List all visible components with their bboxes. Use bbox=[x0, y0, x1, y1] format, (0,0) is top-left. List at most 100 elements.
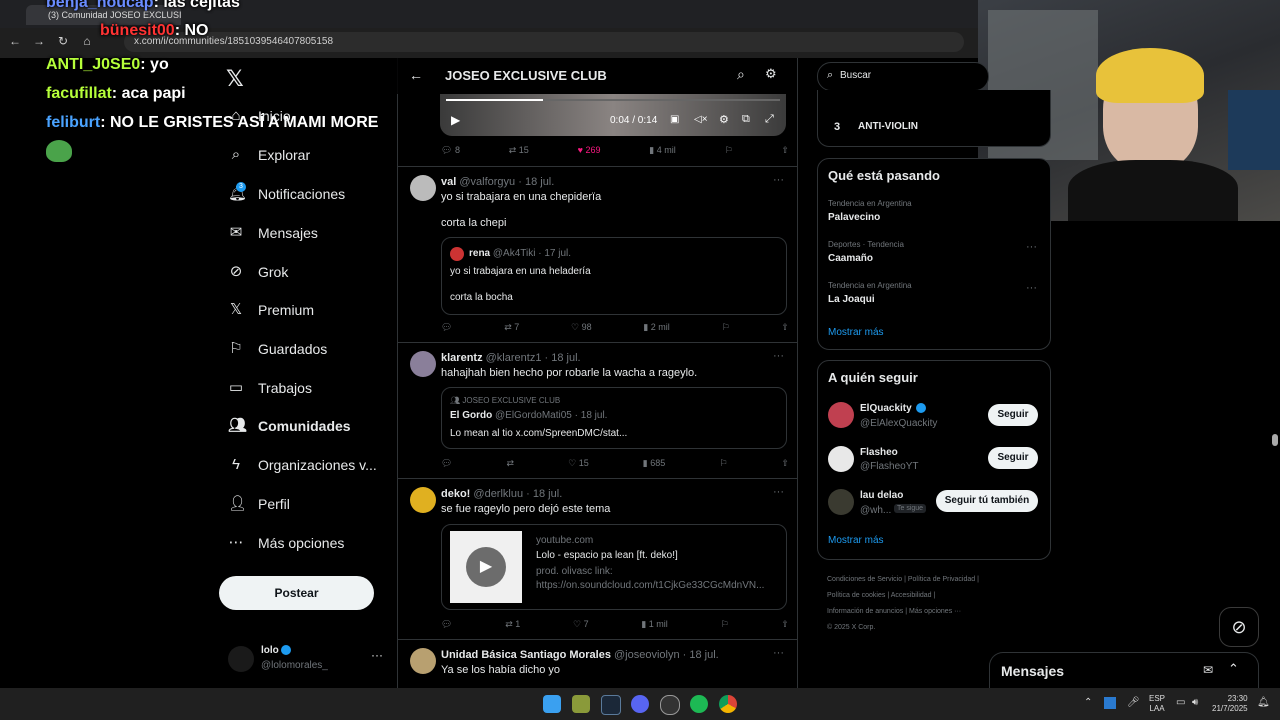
chrome-icon[interactable] bbox=[719, 695, 737, 713]
nav-item-grok[interactable]: ⊘ Grok bbox=[228, 257, 289, 287]
footer-link[interactable]: Más opciones ··· bbox=[909, 608, 961, 615]
author-name[interactable]: klarentz bbox=[441, 352, 483, 364]
share-icon[interactable]: ⇧ bbox=[781, 145, 789, 156]
more-icon[interactable]: ··· bbox=[773, 647, 784, 659]
views-button[interactable]: ▮ 4 mil bbox=[649, 145, 675, 156]
more-icon[interactable]: ··· bbox=[1026, 241, 1037, 253]
more-icon[interactable]: ··· bbox=[371, 648, 383, 662]
tweet-date[interactable]: · 18 jul. bbox=[526, 488, 562, 500]
video-player[interactable]: ▶ 0:04 / 0:14 ▣ ◁× ⚙ ⧉ ⤢ bbox=[440, 94, 786, 136]
views-button[interactable]: ▮ 1 mil bbox=[641, 619, 667, 630]
more-icon[interactable]: ··· bbox=[773, 486, 784, 498]
quoted-tweet[interactable]: rena @Ak4Tiki · 17 jul. yo si trabajara … bbox=[441, 237, 787, 315]
nav-item-notificaciones[interactable]: 🔔︎ Notificaciones bbox=[228, 179, 345, 209]
trend-item[interactable]: Deportes · Tendencia Caamaño bbox=[828, 240, 1040, 270]
footer-link[interactable]: Condiciones de Servicio bbox=[827, 576, 902, 583]
windows-start-icon[interactable] bbox=[543, 695, 561, 713]
author-name[interactable]: Unidad Básica Santiago Morales bbox=[441, 649, 611, 661]
account-switcher[interactable]: lolo @lolomorales_ ··· bbox=[228, 644, 388, 676]
tweet[interactable]: klarentz @klarentz1 · 18 jul. ··· hahajh… bbox=[398, 343, 797, 477]
views-button[interactable]: ▮ 2 mil bbox=[643, 322, 669, 333]
network-icon[interactable]: ▭ bbox=[1176, 697, 1185, 708]
more-icon[interactable]: ··· bbox=[773, 350, 784, 362]
footer-link[interactable]: Accesibilidad bbox=[891, 592, 932, 599]
follow-button[interactable]: Seguir bbox=[988, 447, 1038, 469]
author-handle[interactable]: @klarentz1 bbox=[486, 352, 542, 364]
tweet[interactable]: deko! @derlkluu · 18 jul. ··· se fue rag… bbox=[398, 479, 797, 637]
bookmark-icon[interactable]: ⚐ bbox=[725, 145, 733, 156]
post-button[interactable]: Postear bbox=[219, 576, 374, 610]
like-button[interactable]: ♡ 7 bbox=[573, 619, 589, 630]
expand-icon[interactable]: ⌃ bbox=[1228, 661, 1239, 677]
discord-icon[interactable] bbox=[631, 695, 649, 713]
back-icon[interactable]: ← bbox=[8, 34, 22, 48]
show-more-link[interactable]: Mostrar más bbox=[828, 535, 884, 546]
share-icon[interactable]: ⇧ bbox=[781, 458, 789, 469]
pip-icon[interactable]: ⧉ bbox=[742, 113, 750, 126]
quoted-tweet[interactable]: 👥︎ JOSEO EXCLUSIVE CLUB El Gordo @ElGord… bbox=[441, 387, 787, 449]
nav-item-inicio[interactable]: ⌂ Inicio bbox=[228, 101, 290, 131]
mic-icon[interactable]: 🎤︎ bbox=[1127, 697, 1140, 708]
tray-icon[interactable] bbox=[1104, 697, 1116, 709]
tweet[interactable]: Unidad Básica Santiago Morales @joseovio… bbox=[398, 640, 797, 688]
page-scrollbar[interactable] bbox=[1272, 434, 1278, 446]
nav-item-comunidades[interactable]: 👥︎ Comunidades bbox=[228, 411, 351, 441]
nav-item-premium[interactable]: 𝕏 Premium bbox=[228, 295, 314, 325]
like-button[interactable]: ♥ 269 bbox=[578, 145, 601, 156]
footer-link[interactable]: Información de anuncios bbox=[827, 608, 903, 615]
nav-item-guardados[interactable]: ⚐ Guardados bbox=[228, 334, 327, 364]
play-icon[interactable]: ▶ bbox=[451, 113, 460, 127]
like-button[interactable]: ♡ 15 bbox=[568, 458, 589, 469]
search-input[interactable]: ⌕ Buscar bbox=[817, 62, 989, 91]
like-button[interactable]: ♡ 98 bbox=[571, 322, 592, 333]
language-indicator[interactable]: ESP LAA bbox=[1149, 694, 1165, 714]
url-bar[interactable]: x.com/i/communities/1851039546407805158 bbox=[124, 32, 964, 52]
author-name[interactable]: val bbox=[441, 176, 456, 188]
bookmark-icon[interactable]: ⚐ bbox=[721, 619, 729, 630]
mute-icon[interactable]: ◁× bbox=[694, 114, 708, 125]
retweet-button[interactable]: ⇄ 1 bbox=[505, 619, 520, 630]
link-card[interactable]: ▶ youtube.com Lolo - espacio pa lean [ft… bbox=[441, 524, 787, 610]
nav-item-organizaciones[interactable]: ϟ Organizaciones v... bbox=[228, 450, 377, 480]
nav-item-explorar[interactable]: ⌕ Explorar bbox=[228, 140, 310, 170]
retweet-button[interactable]: ⇄ 7 bbox=[504, 322, 519, 333]
show-more-link[interactable]: Mostrar más bbox=[828, 327, 884, 338]
grok-fab[interactable]: ⊘ bbox=[1219, 607, 1259, 647]
reply-button[interactable]: 💬︎ bbox=[441, 322, 452, 333]
follow-button[interactable]: Seguir bbox=[988, 404, 1038, 426]
trend-item[interactable]: Tendencia en Argentina Palavecino bbox=[828, 199, 1040, 229]
nav-item-mas-opciones[interactable]: ⋯ Más opciones bbox=[228, 528, 345, 558]
footer-link[interactable]: Política de cookies bbox=[827, 592, 885, 599]
spotify-icon[interactable] bbox=[690, 695, 708, 713]
trend-name[interactable]: ANTI-VIOLIN bbox=[858, 121, 918, 132]
new-message-icon[interactable]: ✉ bbox=[1203, 663, 1213, 677]
author-handle[interactable]: @joseoviolyn bbox=[614, 649, 680, 661]
tweet-date[interactable]: · 18 jul. bbox=[683, 649, 719, 661]
tweet[interactable]: val @valforgyu · 18 jul. ··· yo si traba… bbox=[398, 167, 797, 339]
bookmark-icon[interactable]: ⚐ bbox=[719, 458, 727, 469]
nav-item-trabajos[interactable]: ▭ Trabajos bbox=[228, 373, 312, 403]
reply-button[interactable]: 💬︎ bbox=[441, 619, 452, 630]
home-icon[interactable]: ⌂ bbox=[80, 34, 94, 48]
x-logo-icon[interactable]: 𝕏 bbox=[226, 66, 244, 92]
reply-button[interactable]: 💬︎ 8 bbox=[441, 145, 460, 156]
app-icon[interactable] bbox=[572, 695, 590, 713]
more-icon[interactable]: ··· bbox=[1026, 282, 1037, 294]
views-button[interactable]: ▮ 685 bbox=[643, 458, 665, 469]
speaker-icon[interactable]: 🔊︎ bbox=[1192, 697, 1198, 708]
footer-link[interactable]: Política de Privacidad bbox=[908, 576, 975, 583]
author-handle[interactable]: @derlkluu bbox=[473, 488, 523, 500]
captions-icon[interactable]: ▣ bbox=[670, 114, 679, 125]
search-icon[interactable]: ⌕ bbox=[737, 66, 745, 83]
follow-back-button[interactable]: Seguir tú también bbox=[936, 490, 1038, 512]
settings-icon[interactable]: ⚙ bbox=[719, 113, 729, 126]
tweet-date[interactable]: · 18 jul. bbox=[545, 352, 581, 364]
notification-center-icon[interactable]: 🔔︎ bbox=[1257, 697, 1270, 708]
user-name[interactable]: Flasheo bbox=[860, 447, 898, 458]
author-name[interactable]: deko! bbox=[441, 488, 470, 500]
forward-icon[interactable]: → bbox=[32, 34, 46, 48]
reply-button[interactable]: 💬︎ bbox=[441, 458, 452, 469]
retweet-button[interactable]: ⇄ bbox=[507, 458, 515, 469]
fullscreen-icon[interactable]: ⤢ bbox=[765, 113, 774, 126]
user-name[interactable]: lau delao bbox=[860, 490, 903, 501]
